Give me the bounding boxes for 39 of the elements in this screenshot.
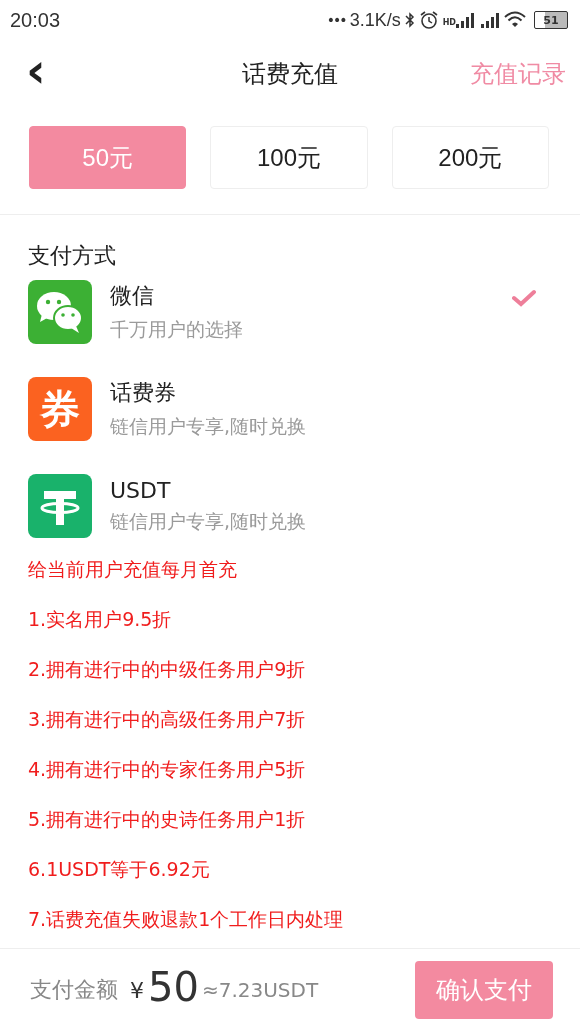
battery-level: 51: [543, 14, 559, 26]
total-label: 支付金额: [30, 976, 118, 1004]
amount-option[interactable]: 100元: [210, 126, 368, 189]
network-speed: 3.1K/s: [349, 9, 401, 31]
more-dots: •••: [326, 12, 346, 28]
payment-name: USDT: [110, 477, 172, 503]
payment-option[interactable]: 券 话费券 链信用户专享,随时兑换: [28, 376, 550, 442]
hd-label: HD: [442, 17, 456, 27]
note-text: 给当前用户充值每月首充: [28, 557, 238, 582]
alarm-icon: [418, 10, 439, 30]
section-heading: 支付方式: [28, 242, 117, 270]
usdt-equivalent: ≈7.23USDT: [201, 978, 319, 1002]
back-button[interactable]: ‹: [20, 46, 52, 94]
note-text: 6.1USDT等于6.92元: [28, 857, 211, 882]
payment-name: 微信: [110, 282, 155, 310]
coupon-icon: 券: [28, 377, 92, 441]
note-text: 5.拥有进行中的史诗任务用户1折: [28, 807, 307, 832]
payment-description: 千万用户的选择: [110, 317, 244, 342]
chat-bubbles-icon: [28, 280, 92, 344]
payment-option[interactable]: USDT 链信用户专享,随时兑换: [28, 473, 550, 539]
payment-description: 链信用户专享,随时兑换: [110, 414, 308, 439]
amount-option[interactable]: 200元: [391, 126, 549, 189]
signal-icon: [480, 12, 500, 28]
note-text: 1.实名用户9.5折: [28, 607, 173, 632]
signal-icon: [456, 12, 474, 28]
tether-icon: [28, 474, 92, 538]
payment-option[interactable]: 微信 千万用户的选择: [28, 279, 550, 345]
note-text: 2.拥有进行中的中级任务用户9折: [28, 657, 307, 682]
payment-description: 链信用户专享,随时兑换: [110, 508, 308, 534]
currency-sign: ¥: [130, 977, 144, 1003]
note-text: 7.话费充值失败退款1个工作日内处理: [28, 907, 345, 932]
wifi-icon: [504, 11, 526, 29]
total-amount: 50: [148, 964, 199, 1010]
note-text: 3.拥有进行中的高级任务用户7折: [28, 707, 307, 732]
status-time: 20:03: [10, 8, 61, 32]
page-title: 话费充值: [242, 59, 338, 90]
bluetooth-icon: [404, 11, 415, 29]
payment-name: 话费券: [110, 379, 177, 407]
note-text: 4.拥有进行中的专家任务用户5折: [28, 757, 307, 782]
